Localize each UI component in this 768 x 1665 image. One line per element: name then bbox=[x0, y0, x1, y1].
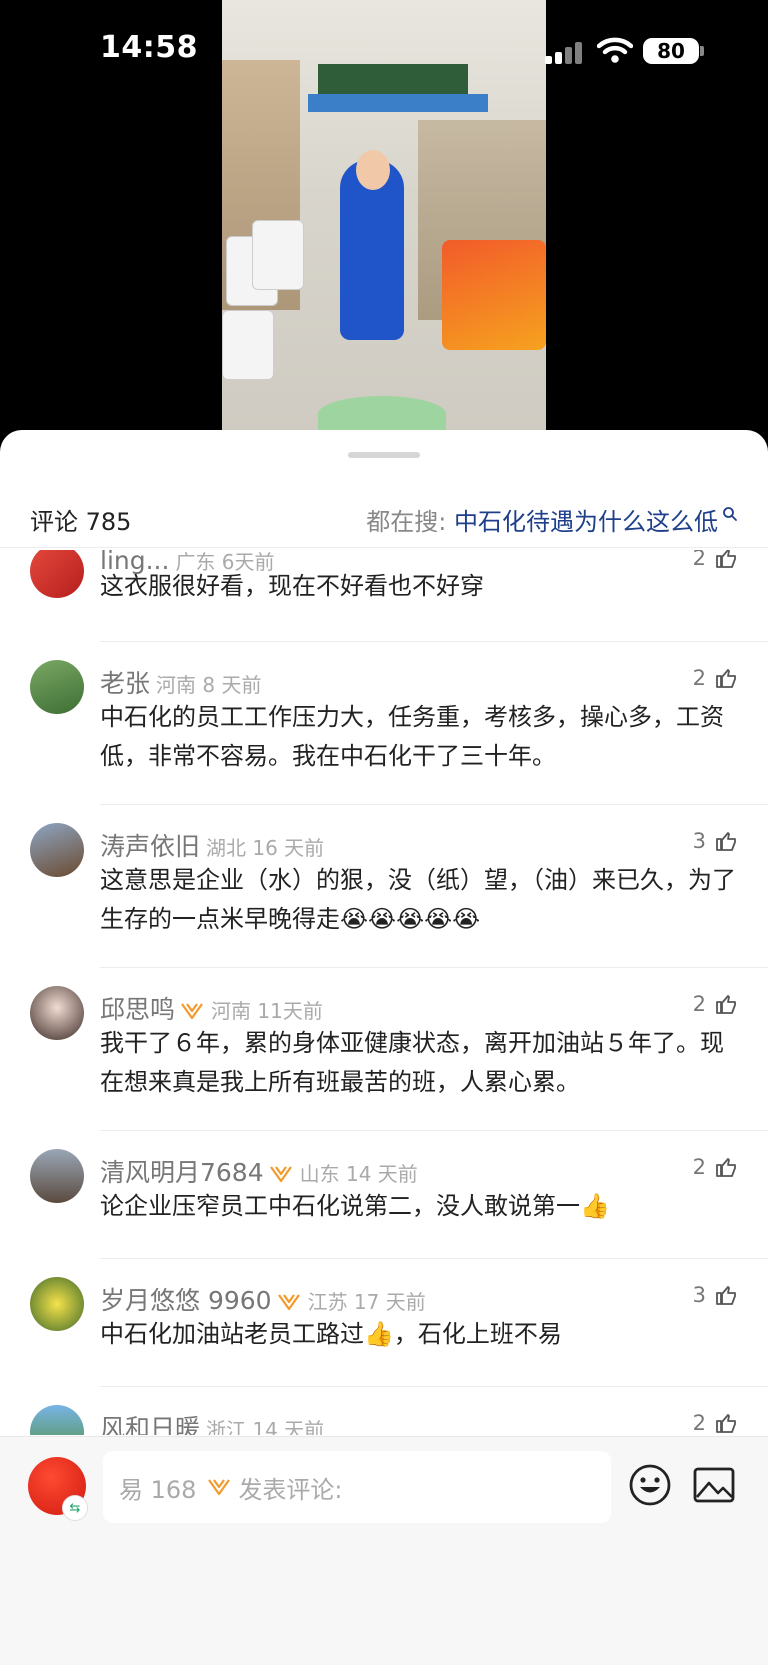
switch-account-icon[interactable]: ⇆ bbox=[62, 1495, 88, 1521]
list-item: 老张 河南 8 天前 2 中石化的员工工作压力大，任务重，考核多，操心多，工资低，… bbox=[0, 642, 768, 805]
list-item: 岁月悠悠 9960 江苏 17 天前 3 中石化加油站老员工路过👍，石化上班不易 bbox=[0, 1259, 768, 1387]
vip-badge-icon bbox=[208, 1479, 231, 1496]
like-count: 2 bbox=[692, 1411, 706, 1435]
comment-username[interactable]: 风和日暖 bbox=[100, 1414, 200, 1435]
avatar[interactable] bbox=[30, 660, 84, 714]
comment-meta: 浙江 14 天前 bbox=[206, 1418, 325, 1435]
comment-text: 这衣服很好看，现在不好看也不好穿 bbox=[100, 572, 484, 600]
product-bags bbox=[442, 240, 546, 350]
list-item: 邱思鸣 河南 11天前 2 我干了６年，累的身体亚健康状态，离开加油站５年了。现在… bbox=[0, 968, 768, 1131]
paint-bucket bbox=[222, 310, 274, 380]
like-count: 2 bbox=[692, 666, 706, 690]
list-item: 风和日暖 浙江 14 天前 2 bbox=[0, 1387, 768, 1435]
vip-badge-icon bbox=[269, 1166, 292, 1183]
paint-bucket bbox=[252, 220, 304, 290]
battery-indicator: 80 bbox=[643, 38, 699, 64]
like-button[interactable]: 2 bbox=[693, 992, 738, 1016]
comment-meta: 山东 14 天前 bbox=[299, 1162, 418, 1186]
like-count: 2 bbox=[692, 992, 706, 1016]
vip-badge-icon bbox=[181, 1003, 203, 1020]
like-count: 3 bbox=[692, 829, 706, 853]
trending-search[interactable]: 都在搜: 中石化待遇为什么这么低 bbox=[366, 502, 738, 537]
like-button[interactable]: 2 bbox=[693, 1155, 738, 1179]
drag-handle[interactable] bbox=[348, 452, 420, 458]
comment-text: 我干了６年，累的身体亚健康状态，离开加油站５年了。现在想来真是我上所有班最苦的班… bbox=[100, 1029, 724, 1096]
vip-badge-icon bbox=[277, 1294, 300, 1311]
status-time: 14:58 bbox=[100, 30, 198, 65]
trending-prefix: 都在搜: bbox=[366, 508, 447, 536]
comment-meta: 河南 8 天前 bbox=[156, 673, 262, 697]
comment-text: 这意思是企业（水）的狠，没（纸）望，（油）来已久，为了生存的一点米早晚得走😭😭😭… bbox=[100, 866, 736, 933]
comment-input-bar: ⇆ 易 168 发表评论: bbox=[0, 1436, 768, 1665]
comment-text: 中石化加油站老员工路过👍，石化上班不易 bbox=[100, 1320, 562, 1348]
comment-header: 评论 785 都在搜: 中石化待遇为什么这么低 bbox=[0, 492, 768, 548]
avatar[interactable] bbox=[30, 550, 84, 598]
like-button[interactable]: 2 bbox=[693, 666, 738, 690]
thumbs-up-icon bbox=[716, 669, 736, 688]
trending-keyword[interactable]: 中石化待遇为什么这么低 bbox=[454, 508, 718, 536]
cellular-signal-icon bbox=[545, 42, 585, 64]
comment-username[interactable]: 邱思鸣 bbox=[100, 995, 175, 1024]
search-icon bbox=[723, 507, 737, 521]
like-count: 3 bbox=[692, 1283, 706, 1307]
like-count: 2 bbox=[692, 1155, 706, 1179]
comment-text: 论企业压窄员工中石化说第二，没人敢说第一👍 bbox=[100, 1192, 610, 1220]
comment-meta: 湖北 16 天前 bbox=[206, 836, 325, 860]
like-button[interactable]: 3 bbox=[693, 1283, 738, 1307]
avatar[interactable] bbox=[30, 986, 84, 1040]
wifi-icon bbox=[597, 37, 633, 63]
floor-logo bbox=[318, 396, 446, 432]
list-item: ling... 广东 6天前 2 这衣服很好看，现在不好看也不好穿 bbox=[0, 550, 768, 642]
like-button[interactable]: 2 bbox=[693, 1411, 738, 1435]
thumbs-up-icon bbox=[716, 832, 736, 851]
input-username: 易 168 bbox=[119, 1475, 197, 1504]
comment-list[interactable]: ling... 广东 6天前 2 这衣服很好看，现在不好看也不好穿 老张 河南 8 … bbox=[0, 550, 768, 1435]
comment-username[interactable]: 清风明月7684 bbox=[100, 1158, 264, 1187]
thumbs-up-icon bbox=[716, 1286, 736, 1305]
input-placeholder: 发表评论: bbox=[238, 1475, 343, 1504]
video-frame[interactable] bbox=[222, 0, 546, 432]
comment-count: 评论 785 bbox=[30, 508, 132, 536]
worker-head bbox=[356, 150, 390, 190]
emoji-icon[interactable] bbox=[628, 1463, 672, 1507]
comment-username[interactable]: 老张 bbox=[100, 669, 150, 698]
avatar[interactable] bbox=[30, 1149, 84, 1203]
like-button[interactable]: 3 bbox=[693, 829, 738, 853]
comment-username[interactable]: 岁月悠悠 9960 bbox=[100, 1286, 272, 1315]
store-banner bbox=[308, 94, 488, 112]
list-item: 涛声依旧 湖北 16 天前 3 这意思是企业（水）的狠，没（纸）望，（油）来已久，… bbox=[0, 805, 768, 968]
thumbs-up-icon bbox=[716, 1414, 736, 1433]
avatar[interactable] bbox=[30, 823, 84, 877]
image-icon[interactable] bbox=[692, 1465, 736, 1505]
video-player[interactable] bbox=[0, 0, 768, 440]
avatar[interactable] bbox=[30, 1277, 84, 1331]
comment-text: 中石化的员工工作压力大，任务重，考核多，操心多，工资低，非常不容易。我在中石化干… bbox=[100, 703, 724, 770]
comment-input[interactable]: 易 168 发表评论: bbox=[103, 1451, 611, 1523]
comment-username[interactable]: 涛声依旧 bbox=[100, 832, 200, 861]
battery-tip bbox=[700, 46, 704, 56]
comment-sheet: 评论 785 都在搜: 中石化待遇为什么这么低 ling... 广东 6天前 2 … bbox=[0, 430, 768, 1665]
list-item: 清风明月7684 山东 14 天前 2 论企业压窄员工中石化说第二，没人敢说第一👍 bbox=[0, 1131, 768, 1259]
comment-meta: 河南 11天前 bbox=[211, 999, 323, 1023]
thumbs-up-icon bbox=[716, 1158, 736, 1177]
avatar[interactable] bbox=[30, 1405, 84, 1435]
thumbs-up-icon bbox=[716, 995, 736, 1014]
comment-meta: 江苏 17 天前 bbox=[307, 1290, 426, 1314]
